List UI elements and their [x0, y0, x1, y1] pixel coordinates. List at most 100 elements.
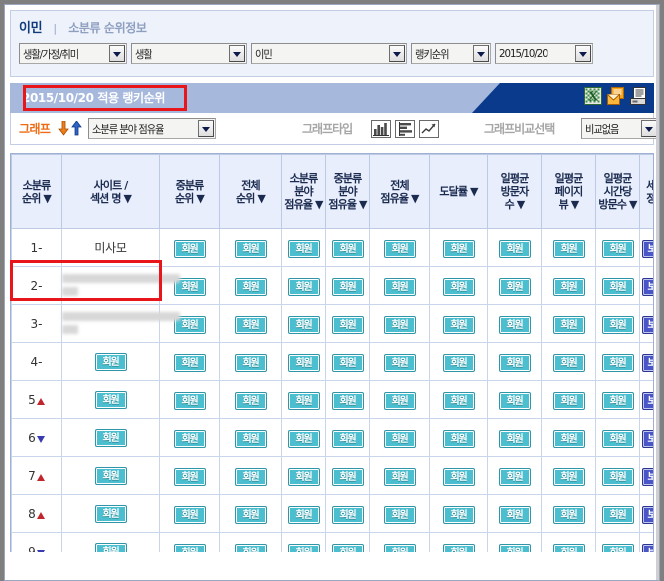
member-badge[interactable]: 회원 — [173, 354, 206, 372]
member-badge[interactable]: 회원 — [173, 468, 206, 486]
member-badge[interactable]: 회원 — [383, 354, 416, 372]
member-badge[interactable]: 회원 — [94, 352, 127, 371]
graph-metric-select[interactable]: 소분류 분야 점유율 — [88, 118, 217, 139]
member-badge[interactable]: 회원 — [287, 278, 320, 296]
member-badge[interactable]: 회원 — [442, 392, 475, 410]
member-badge[interactable]: 회원 — [287, 316, 320, 334]
category-small-select[interactable]: 이민 — [251, 43, 407, 64]
member-badge[interactable]: 회원 — [498, 392, 531, 410]
category-large-select[interactable]: 생활/가정/취미 — [19, 43, 127, 64]
member-badge[interactable]: 회원 — [173, 544, 206, 552]
member-badge[interactable]: 회원 — [383, 468, 416, 486]
member-badge[interactable]: 회원 — [498, 316, 531, 334]
member-badge[interactable]: 회원 — [601, 430, 634, 448]
sort-descending-icon[interactable]: ▼ — [40, 192, 51, 205]
member-badge[interactable]: 회원 — [287, 506, 320, 524]
member-badge[interactable]: 회원 — [552, 544, 585, 552]
member-badge[interactable]: 회원 — [552, 468, 585, 486]
member-badge[interactable]: 회원 — [234, 392, 267, 410]
member-badge[interactable]: 회원 — [234, 240, 267, 258]
member-badge[interactable]: 회원 — [287, 240, 320, 258]
sort-descending-icon[interactable]: ▼ — [568, 198, 579, 211]
column-header-rank_small[interactable]: 소분류 순위 ▼ — [11, 154, 62, 229]
member-badge[interactable]: 회원 — [234, 278, 267, 296]
member-badge[interactable]: 회원 — [383, 278, 416, 296]
view-detail-button[interactable]: 보기 — [641, 430, 653, 448]
member-badge[interactable]: 회원 — [498, 430, 531, 448]
member-badge[interactable]: 회원 — [287, 468, 320, 486]
column-header-reach[interactable]: 도달률 ▼ — [429, 154, 488, 229]
member-badge[interactable]: 회원 — [234, 354, 267, 372]
bar-chart-horizontal-icon[interactable] — [395, 119, 415, 138]
member-badge[interactable]: 회원 — [287, 430, 320, 448]
member-badge[interactable]: 회원 — [498, 354, 531, 372]
member-badge[interactable]: 회원 — [234, 468, 267, 486]
graph-compare-select[interactable]: 비교없음 — [581, 118, 659, 139]
member-badge[interactable]: 회원 — [498, 506, 531, 524]
arrow-down-icon[interactable] — [58, 120, 70, 136]
member-badge[interactable]: 회원 — [552, 506, 585, 524]
member-badge[interactable]: 회원 — [234, 544, 267, 552]
member-badge[interactable]: 회원 — [552, 430, 585, 448]
site-name-cell[interactable]: 회원 — [61, 494, 160, 533]
member-badge[interactable]: 회원 — [94, 428, 127, 447]
member-badge[interactable]: 회원 — [552, 240, 585, 258]
member-badge[interactable]: 회원 — [442, 468, 475, 486]
member-badge[interactable]: 회원 — [383, 544, 416, 552]
member-badge[interactable]: 회원 — [94, 542, 127, 552]
column-header-visits_hour[interactable]: 일평균 시간당 방문수 ▼ — [595, 154, 640, 229]
member-badge[interactable]: 회원 — [552, 278, 585, 296]
scroll-gutter[interactable] — [656, 5, 659, 580]
member-badge[interactable]: 회원 — [601, 354, 634, 372]
sort-descending-icon[interactable]: ▼ — [356, 198, 367, 211]
print-icon[interactable] — [630, 87, 648, 107]
column-header-share_total[interactable]: 전체 점유율 ▼ — [369, 154, 430, 229]
sort-descending-icon[interactable]: ▼ — [254, 192, 265, 205]
line-chart-icon[interactable] — [419, 119, 439, 138]
view-detail-button[interactable]: 보기 — [641, 278, 653, 296]
member-badge[interactable]: 회원 — [234, 316, 267, 334]
column-header-rank_total[interactable]: 전체 순위 ▼ — [219, 154, 282, 229]
member-badge[interactable]: 회원 — [287, 544, 320, 552]
site-name-cell[interactable] — [61, 304, 180, 343]
member-badge[interactable]: 회원 — [331, 468, 364, 486]
member-badge[interactable]: 회원 — [331, 240, 364, 258]
member-badge[interactable]: 회원 — [552, 354, 585, 372]
sort-descending-icon[interactable]: ▼ — [312, 198, 323, 211]
view-detail-button[interactable]: 보기 — [641, 468, 653, 486]
column-header-share_mid[interactable]: 중분류 분야 점유율 ▼ — [325, 154, 370, 229]
member-badge[interactable]: 회원 — [552, 392, 585, 410]
member-badge[interactable]: 회원 — [442, 354, 475, 372]
site-name-cell[interactable]: 회원 — [61, 342, 160, 381]
chevron-down-icon[interactable] — [389, 45, 405, 62]
member-badge[interactable]: 회원 — [601, 506, 634, 524]
member-badge[interactable]: 회원 — [94, 466, 127, 485]
member-badge[interactable]: 회원 — [601, 278, 634, 296]
column-header-visitors[interactable]: 일평균 방문자 수 ▼ — [487, 154, 542, 229]
sort-descending-icon[interactable]: ▼ — [467, 185, 478, 198]
view-detail-button[interactable]: 보기 — [641, 240, 653, 258]
member-badge[interactable]: 회원 — [601, 240, 634, 258]
member-badge[interactable]: 회원 — [383, 506, 416, 524]
email-send-icon[interactable] — [607, 87, 625, 107]
site-name-cell[interactable]: 회원 — [61, 456, 160, 495]
chevron-down-icon[interactable] — [473, 45, 489, 62]
sort-descending-icon[interactable]: ▼ — [626, 198, 637, 211]
member-badge[interactable]: 회원 — [94, 390, 127, 409]
member-badge[interactable]: 회원 — [173, 392, 206, 410]
site-name-cell[interactable]: 미사모 — [61, 228, 160, 267]
member-badge[interactable]: 회원 — [442, 544, 475, 552]
column-header-share_small[interactable]: 소분류 분야 점유율 ▼ — [281, 154, 326, 229]
member-badge[interactable]: 회원 — [331, 278, 364, 296]
member-badge[interactable]: 회원 — [331, 316, 364, 334]
site-name-cell[interactable]: 회원 — [61, 418, 160, 457]
member-badge[interactable]: 회원 — [173, 506, 206, 524]
member-badge[interactable]: 회원 — [552, 316, 585, 334]
column-header-pageviews[interactable]: 일평균 페이지 뷰 ▼ — [541, 154, 596, 229]
excel-export-icon[interactable]: X — [584, 87, 602, 107]
view-detail-button[interactable]: 보기 — [641, 316, 653, 334]
member-badge[interactable]: 회원 — [173, 430, 206, 448]
member-badge[interactable]: 회원 — [442, 316, 475, 334]
member-badge[interactable]: 회원 — [331, 544, 364, 552]
chevron-down-icon[interactable] — [198, 120, 215, 137]
